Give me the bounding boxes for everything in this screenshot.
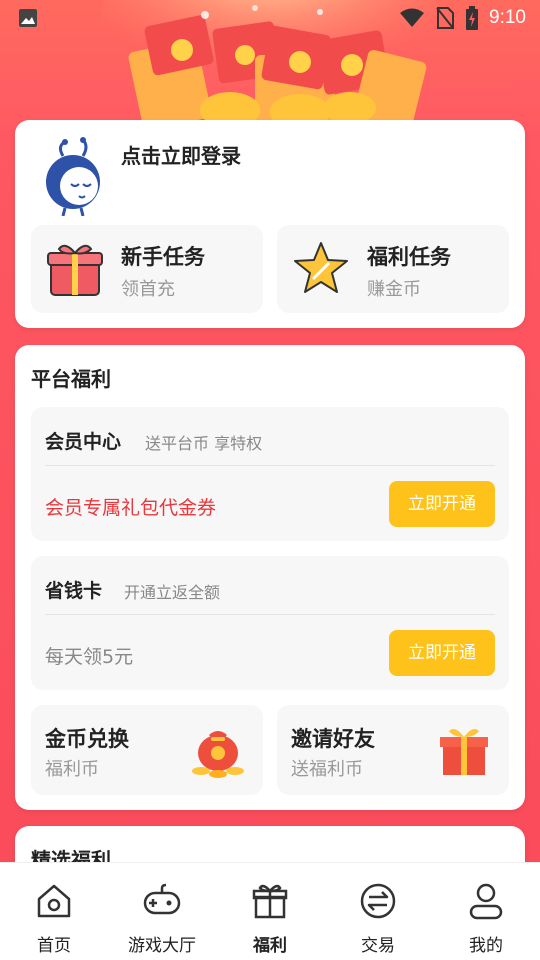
- task-title: 福利任务: [367, 245, 451, 269]
- open-savings-button[interactable]: 立即开通: [389, 630, 495, 676]
- divider: [45, 465, 495, 466]
- nav-label: 福利: [253, 936, 287, 956]
- nav-trade[interactable]: 交易: [324, 863, 432, 960]
- coin-bag-icon: [192, 731, 244, 778]
- section-title: 平台福利: [31, 367, 111, 391]
- task-title: 新手任务: [121, 245, 205, 269]
- invite-friends-card[interactable]: 邀请好友 送福利币: [277, 705, 509, 795]
- gift-icon: [440, 729, 488, 775]
- member-center-card[interactable]: 会员中心 送平台币 享特权 会员专属礼包代金券 立即开通: [31, 407, 509, 541]
- nav-game-hall[interactable]: 游戏大厅: [108, 863, 216, 960]
- benefit-offer: 会员专属礼包代金券: [45, 497, 217, 519]
- nav-label: 我的: [469, 936, 503, 956]
- gift-box-icon: [47, 244, 103, 296]
- exchange-icon: [360, 883, 396, 919]
- wifi-icon: [400, 8, 425, 27]
- star-icon: [294, 242, 348, 293]
- login-prompt[interactable]: 点击立即登录: [121, 140, 241, 169]
- bottom-nav: 首页 游戏大厅 福利 交易 我的: [0, 862, 540, 960]
- benefit-name: 会员中心: [45, 431, 122, 453]
- platform-welfare-card: 平台福利 会员中心 送平台币 享特权 会员专属礼包代金券 立即开通 省钱卡 开通…: [15, 345, 525, 810]
- welfare-task-card[interactable]: 福利任务 赚金币: [277, 225, 509, 313]
- nav-label: 交易: [361, 936, 395, 956]
- status-bar: 9:10: [0, 0, 540, 38]
- newbie-task-card[interactable]: 新手任务 领首充: [31, 225, 263, 313]
- mini-title: 金币兑换: [45, 727, 129, 751]
- benefit-name: 省钱卡: [45, 580, 103, 602]
- mini-subtitle: 送福利币: [291, 759, 363, 780]
- mini-title: 邀请好友: [291, 727, 375, 751]
- clock: 9:10: [489, 7, 526, 28]
- gift-icon: [252, 884, 288, 919]
- profile-icon: [469, 883, 503, 920]
- divider: [45, 614, 495, 615]
- nav-home[interactable]: 首页: [0, 863, 108, 960]
- benefit-desc: 开通立返全额: [124, 583, 221, 602]
- home-icon: [37, 884, 71, 918]
- image-icon: [19, 9, 37, 27]
- nav-label: 游戏大厅: [128, 936, 196, 956]
- benefit-offer: 每天领5元: [45, 646, 134, 668]
- nav-mine[interactable]: 我的: [432, 863, 540, 960]
- avatar-icon: [46, 137, 100, 216]
- no-sim-icon: [436, 7, 455, 29]
- savings-card[interactable]: 省钱卡 开通立返全额 每天领5元 立即开通: [31, 556, 509, 690]
- coin-exchange-card[interactable]: 金币兑换 福利币: [31, 705, 263, 795]
- nav-welfare[interactable]: 福利: [216, 863, 324, 960]
- open-member-button[interactable]: 立即开通: [389, 481, 495, 527]
- benefit-desc: 送平台币 享特权: [145, 434, 263, 453]
- mini-subtitle: 福利币: [45, 759, 99, 780]
- task-subtitle: 领首充: [121, 279, 175, 300]
- gamepad-icon: [143, 883, 181, 915]
- nav-label: 首页: [37, 936, 71, 956]
- task-subtitle: 赚金币: [367, 279, 421, 300]
- login-card[interactable]: 点击立即登录 新手任务 领首充 福利任务 赚金币: [15, 120, 525, 328]
- battery-charging-icon: [466, 6, 479, 30]
